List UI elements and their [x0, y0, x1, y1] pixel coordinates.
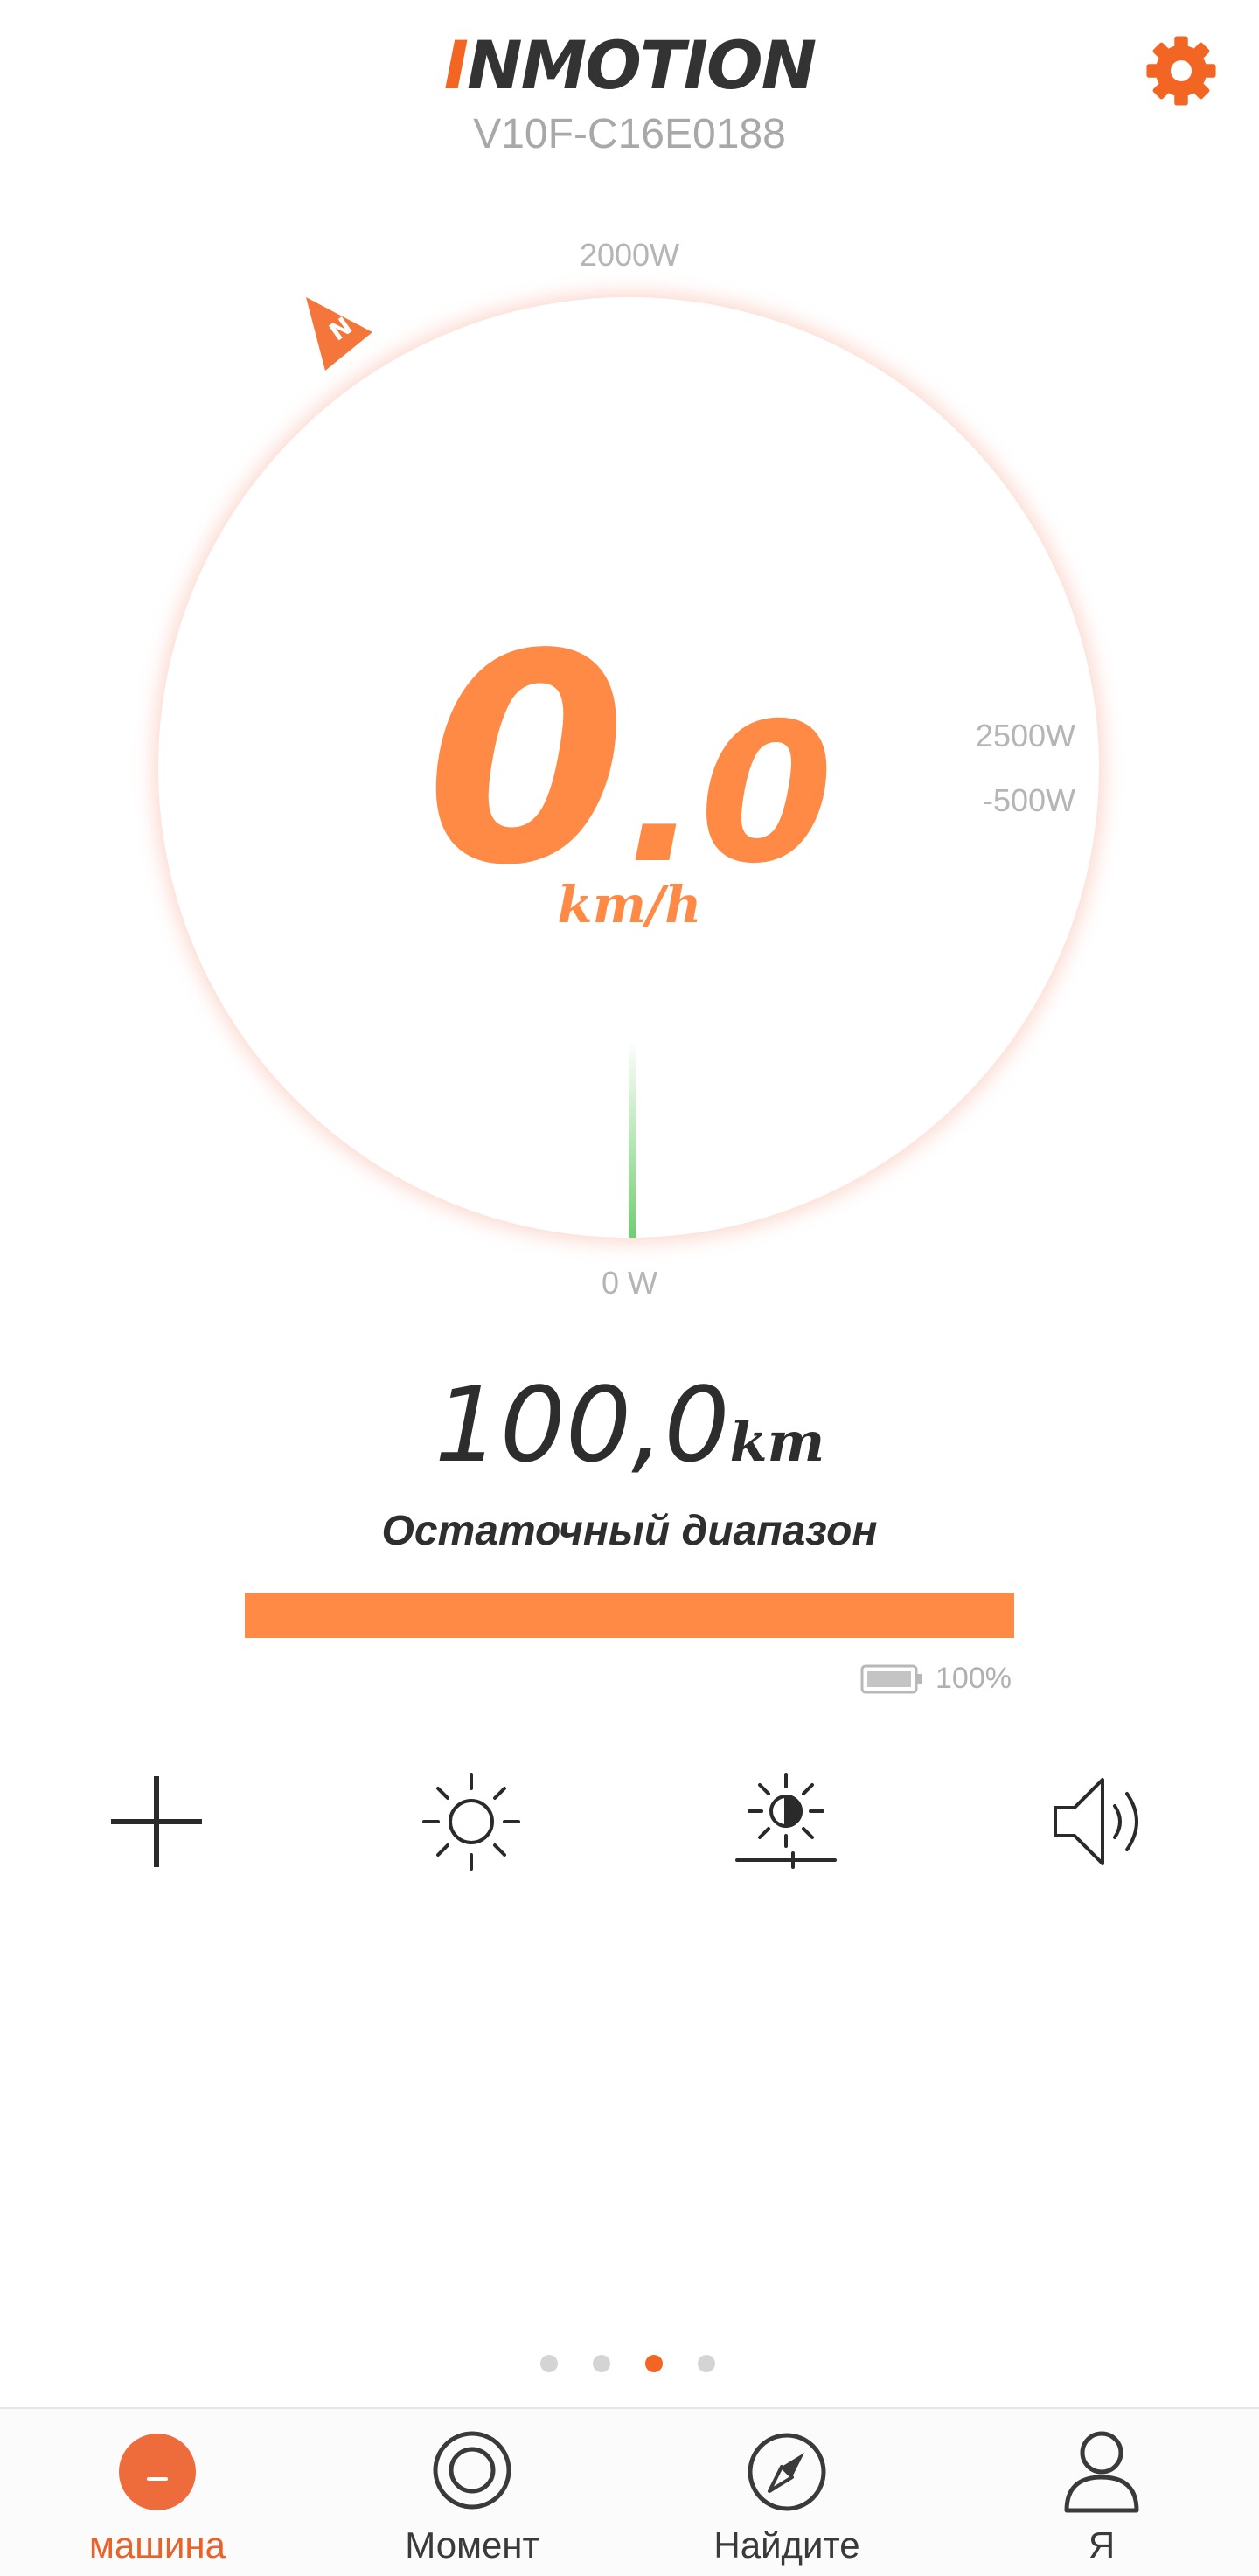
- page-dot-active[interactable]: [645, 2355, 663, 2372]
- range-value: 100,0km: [0, 1364, 1259, 1517]
- nav-label-moment: Момент: [405, 2524, 539, 2566]
- range-unit: km: [729, 1410, 825, 1474]
- speaker-icon[interactable]: [1048, 1769, 1153, 1874]
- nav-label-vehicle: машина: [89, 2524, 226, 2566]
- page-dot[interactable]: [593, 2355, 610, 2372]
- speed-readout: 0.0: [0, 612, 1259, 1004]
- moment-icon: [428, 2427, 516, 2514]
- logo-text: NMOTION: [467, 26, 817, 104]
- page-dot[interactable]: [540, 2355, 558, 2372]
- compass-north-icon: N: [303, 294, 376, 374]
- gear-icon[interactable]: [1144, 33, 1219, 108]
- power-label-bottom: 0 W: [601, 1265, 657, 1301]
- brightness-icon[interactable]: [419, 1769, 524, 1874]
- battery-icon: [860, 1664, 923, 1694]
- battery-percent: 100%: [936, 1662, 1012, 1695]
- power-label-top: 2000W: [579, 237, 680, 273]
- range-progress-fill: [245, 1593, 1014, 1638]
- profile-icon: [1058, 2427, 1145, 2514]
- power-needle: [629, 1040, 636, 1238]
- nav-item-moment[interactable]: Момент: [315, 2409, 630, 2576]
- plus-icon[interactable]: [104, 1769, 209, 1874]
- nav-item-discover[interactable]: Найдите: [630, 2409, 944, 2576]
- device-id[interactable]: V10F-C16E0188: [0, 108, 1259, 161]
- logo-accent: I: [443, 26, 469, 104]
- nav-item-profile[interactable]: Я: [944, 2409, 1259, 2576]
- page-dot[interactable]: [698, 2355, 715, 2372]
- nav-label-profile: Я: [1088, 2524, 1116, 2566]
- auto-brightness-icon[interactable]: [734, 1769, 838, 1874]
- bottom-nav: машина Момент Найдите Я: [0, 2409, 1259, 2576]
- vehicle-icon: [114, 2427, 201, 2514]
- range-number: 100,0: [434, 1364, 730, 1485]
- speed-unit: km/h: [557, 875, 702, 934]
- speed-separator: .: [626, 682, 700, 906]
- nav-label-discover: Найдите: [713, 2524, 860, 2566]
- range-progress-bar: [245, 1593, 1014, 1638]
- range-caption: Остаточный диапазон: [381, 1508, 878, 1554]
- speed-decimal: 0: [699, 682, 834, 906]
- nav-item-vehicle[interactable]: машина: [0, 2409, 315, 2576]
- inmotion-logo: INMOTION: [0, 26, 1259, 105]
- compass-icon: [743, 2427, 831, 2514]
